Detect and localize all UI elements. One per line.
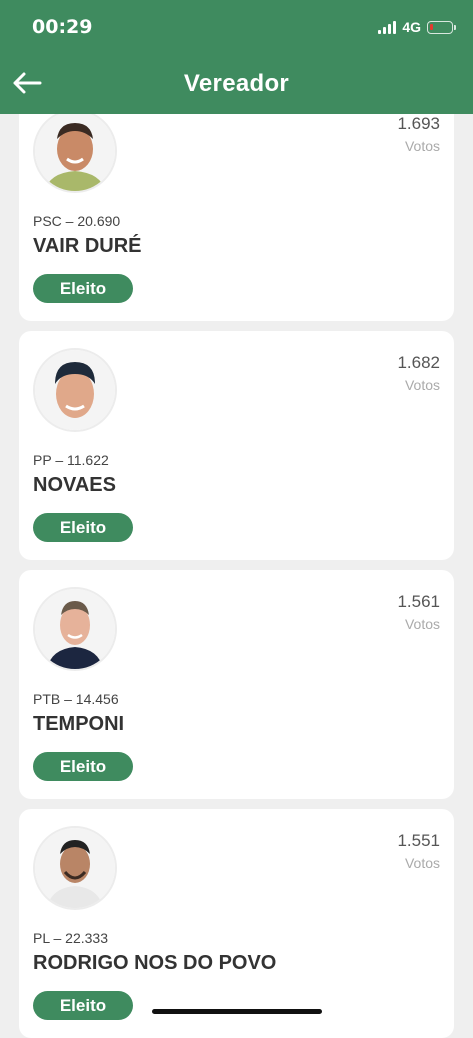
vote-label: Votos <box>404 616 440 632</box>
status-time: 00:29 <box>32 16 93 38</box>
candidate-photo <box>33 348 117 432</box>
vote-label: Votos <box>404 138 440 154</box>
candidate-card[interactable]: PSC – 20.690 VAIR DURÉ Eleito 1.693 Voto… <box>19 92 454 321</box>
candidate-card[interactable]: PP – 11.622 NOVAES Eleito 1.682 Votos <box>19 331 454 560</box>
candidate-name: NOVAES <box>33 474 116 496</box>
candidate-photo <box>33 587 117 671</box>
vote-count: 1.551 Votos <box>397 831 440 871</box>
candidate-photo <box>33 109 117 193</box>
app-header: 00:29 4G Vereador <box>0 0 473 114</box>
status-indicators: 4G <box>378 19 456 35</box>
elected-badge: Eleito <box>33 513 133 542</box>
signal-icon <box>378 20 397 34</box>
candidate-name: VAIR DURÉ <box>33 235 142 257</box>
vote-number: 1.551 <box>397 831 440 850</box>
home-indicator[interactable] <box>152 1009 322 1014</box>
candidate-name: TEMPONI <box>33 713 125 735</box>
elected-badge: Eleito <box>33 274 133 303</box>
elected-badge: Eleito <box>33 991 133 1020</box>
vote-number: 1.693 <box>397 114 440 133</box>
candidate-party-number: PP – 11.622 <box>33 452 109 468</box>
vote-number: 1.561 <box>397 592 440 611</box>
vote-count: 1.682 Votos <box>397 353 440 393</box>
vote-count: 1.693 Votos <box>397 114 440 154</box>
candidate-card[interactable]: PTB – 14.456 TEMPONI Eleito 1.561 Votos <box>19 570 454 799</box>
network-type: 4G <box>402 19 421 35</box>
page-title: Vereador <box>183 70 290 97</box>
candidate-name: RODRIGO NOS DO POVO <box>33 952 277 974</box>
battery-icon <box>427 20 456 34</box>
vote-label: Votos <box>404 855 440 871</box>
candidate-card[interactable]: PL – 22.333 RODRIGO NOS DO POVO Eleito 1… <box>19 809 454 1038</box>
vote-count: 1.561 Votos <box>397 592 440 632</box>
vote-label: Votos <box>404 377 440 393</box>
elected-badge: Eleito <box>33 752 133 781</box>
candidate-party-number: PL – 22.333 <box>33 930 108 946</box>
vote-number: 1.682 <box>397 353 440 372</box>
candidate-photo <box>33 826 117 910</box>
candidate-party-number: PSC – 20.690 <box>33 213 121 229</box>
candidate-party-number: PTB – 14.456 <box>33 691 119 707</box>
